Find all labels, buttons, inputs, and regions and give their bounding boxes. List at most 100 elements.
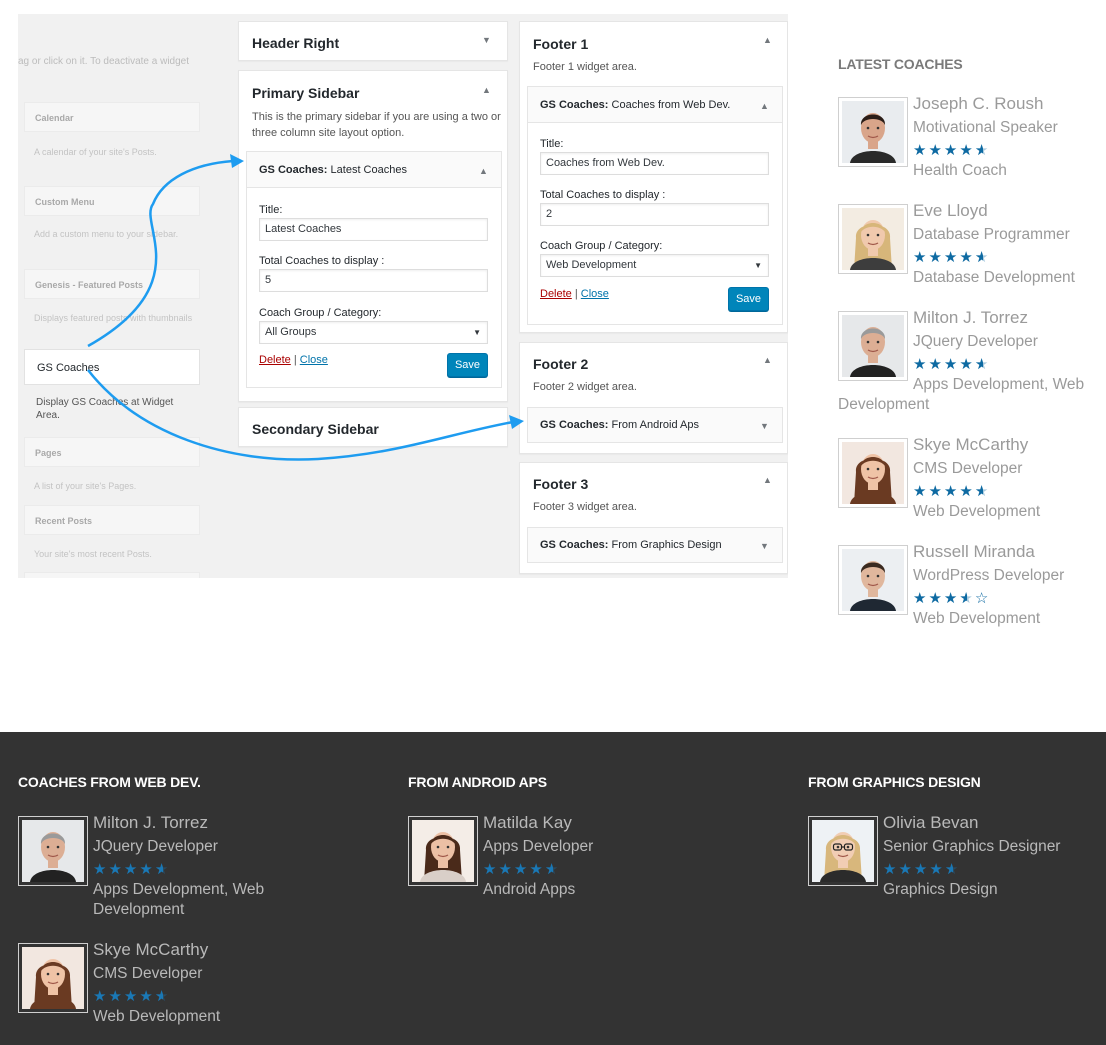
star-full-icon: ★ xyxy=(139,988,155,1005)
widget-latest-coaches: GS Coaches: Latest Coaches ▲ Title: Late… xyxy=(246,151,502,388)
widget-coaches-web-dev: GS Coaches: Coaches from Web Dev. ▲ Titl… xyxy=(527,86,783,325)
widget-pages[interactable]: Pages xyxy=(24,437,200,467)
coach-role: Apps Developer xyxy=(483,838,594,855)
widget-gs-coaches[interactable]: GS Coaches xyxy=(24,349,200,385)
collapse-arrow-icon[interactable]: ▲ xyxy=(482,85,491,95)
star-full-icon: ★ xyxy=(928,142,944,159)
sidebar-header-right[interactable]: Header Right ▼ xyxy=(238,21,508,61)
expand-arrow-icon[interactable]: ▼ xyxy=(482,35,491,45)
close-link[interactable]: Close xyxy=(300,354,328,366)
title-input[interactable]: Coaches from Web Dev. xyxy=(540,152,769,175)
coach-name[interactable]: Russell Miranda xyxy=(913,542,1035,562)
coach-name[interactable]: Milton J. Torrez xyxy=(93,813,208,833)
coach-rating: ★★★★★★ xyxy=(883,862,960,877)
coach-photo[interactable] xyxy=(838,311,908,381)
coach-group-select[interactable]: Web Development xyxy=(540,254,769,277)
collapse-arrow-icon[interactable]: ▲ xyxy=(763,475,772,485)
star-full-icon: ★ xyxy=(929,861,945,878)
widget-prefix: GS Coaches: xyxy=(259,164,328,176)
delete-link[interactable]: Delete xyxy=(259,354,291,366)
coach-category: Graphics Design xyxy=(883,881,998,898)
widget-gs-coaches-desc: Display GS Coaches at Widget Area. xyxy=(36,397,174,421)
star-full-icon: ★ xyxy=(959,356,975,373)
coach-category: Apps Development, Web Development xyxy=(93,881,265,918)
coach-group-select[interactable]: All Groups xyxy=(259,321,488,344)
coach-photo[interactable] xyxy=(18,943,88,1013)
star-half-icon: ★★ xyxy=(944,861,961,878)
star-full-icon: ★ xyxy=(123,861,140,878)
coach-category: Web Development xyxy=(913,610,1041,627)
star-full-icon: ★ xyxy=(928,590,944,607)
coach-photo[interactable] xyxy=(838,438,908,508)
coach-name[interactable]: Eve Lloyd xyxy=(913,201,988,221)
collapse-arrow-icon[interactable]: ▲ xyxy=(760,88,769,124)
star-full-icon: ★ xyxy=(959,142,975,159)
link-separator: | xyxy=(574,288,578,300)
widget-recent-posts[interactable]: Recent Posts xyxy=(24,505,200,535)
star-full-icon: ★ xyxy=(928,483,944,500)
widget-custom-menu[interactable]: Custom Menu xyxy=(24,186,200,216)
coach-name[interactable]: Matilda Kay xyxy=(483,813,572,833)
total-coaches-input[interactable]: 2 xyxy=(540,203,769,226)
coach-name[interactable]: Joseph C. Roush xyxy=(913,94,1043,114)
coach-photo[interactable] xyxy=(838,545,908,615)
expand-arrow-icon[interactable]: ▼ xyxy=(760,529,769,563)
coach-name[interactable]: Milton J. Torrez xyxy=(913,308,1028,328)
footer-col-3-title: FROM GRAPHICS DESIGN xyxy=(808,774,981,790)
coach-role: JQuery Developer xyxy=(93,838,218,855)
close-link[interactable]: Close xyxy=(581,288,609,300)
coach-rating: ★★★★★★ xyxy=(913,484,990,499)
coach-role: CMS Developer xyxy=(93,965,203,982)
star-full-icon: ★ xyxy=(913,861,930,878)
widget-recent-posts-desc: Your site's most recent Posts. xyxy=(34,549,152,559)
sidebar-footer-1-desc: Footer 1 widget area. xyxy=(533,61,637,73)
widget-from-graphics-design-header[interactable]: GS Coaches: From Graphics Design ▼ xyxy=(528,528,782,562)
sidebar-footer-3: Footer 3 ▲ Footer 3 widget area. GS Coac… xyxy=(519,462,788,574)
star-half-icon: ★★ xyxy=(974,249,991,266)
total-coaches-label: Total Coaches to display : xyxy=(540,189,666,201)
coach-name[interactable]: Olivia Bevan xyxy=(883,813,978,833)
total-coaches-input[interactable]: 5 xyxy=(259,269,488,292)
star-full-icon: ★ xyxy=(529,861,545,878)
star-half-icon: ★★ xyxy=(959,590,975,607)
sidebar-footer-1: Footer 1 ▲ Footer 1 widget area. GS Coac… xyxy=(519,21,788,333)
star-empty-icon: ☆ xyxy=(974,590,991,607)
star-full-icon: ★ xyxy=(943,483,960,500)
coach-photo[interactable] xyxy=(838,97,908,167)
widget-calendar[interactable]: Calendar xyxy=(24,102,200,132)
star-full-icon: ★ xyxy=(93,861,109,878)
delete-link[interactable]: Delete xyxy=(540,288,572,300)
coach-name[interactable]: Skye McCarthy xyxy=(93,940,208,960)
star-full-icon: ★ xyxy=(943,249,960,266)
sidebar-footer-2: Footer 2 ▲ Footer 2 widget area. GS Coac… xyxy=(519,342,788,454)
collapse-arrow-icon[interactable]: ▲ xyxy=(479,153,488,189)
coach-photo[interactable] xyxy=(408,816,478,886)
widget-latest-coaches-header[interactable]: GS Coaches: Latest Coaches ▲ xyxy=(247,152,501,188)
coach-name[interactable]: Skye McCarthy xyxy=(913,435,1028,455)
star-half-icon: ★★ xyxy=(154,861,171,878)
coach-photo[interactable] xyxy=(838,204,908,274)
widget-from-android-aps[interactable]: GS Coaches: From Android Aps ▼ xyxy=(527,407,783,443)
coach-rating: ★★★★★☆ xyxy=(913,591,990,606)
widget-name: Coaches from Web Dev. xyxy=(611,99,731,111)
save-button[interactable]: Save xyxy=(447,353,488,377)
coach-role: JQuery Developer xyxy=(913,333,1038,350)
coach-photo[interactable] xyxy=(18,816,88,886)
widget-from-graphics-design[interactable]: GS Coaches: From Graphics Design ▼ xyxy=(527,527,783,563)
save-button[interactable]: Save xyxy=(728,287,769,311)
widgets-admin-screenshot: ag or click on it. To deactivate a widge… xyxy=(18,14,788,578)
collapse-arrow-icon[interactable]: ▲ xyxy=(763,35,772,45)
widget-featured-posts[interactable]: Genesis - Featured Posts xyxy=(24,269,200,299)
widget-coaches-web-dev-header[interactable]: GS Coaches: Coaches from Web Dev. ▲ xyxy=(528,87,782,123)
coach-category: Apps Development, Web Development xyxy=(838,376,1085,413)
widget-calendar-desc: A calendar of your site's Posts. xyxy=(34,147,157,157)
widget-more[interactable] xyxy=(24,572,200,578)
star-full-icon: ★ xyxy=(883,861,899,878)
title-input[interactable]: Latest Coaches xyxy=(259,218,488,241)
widget-from-android-aps-header[interactable]: GS Coaches: From Android Aps ▼ xyxy=(528,408,782,442)
sidebar-secondary[interactable]: Secondary Sidebar xyxy=(238,407,508,447)
coach-photo[interactable] xyxy=(808,816,878,886)
star-half-icon: ★★ xyxy=(974,356,991,373)
collapse-arrow-icon[interactable]: ▲ xyxy=(763,355,772,365)
expand-arrow-icon[interactable]: ▼ xyxy=(760,409,769,443)
